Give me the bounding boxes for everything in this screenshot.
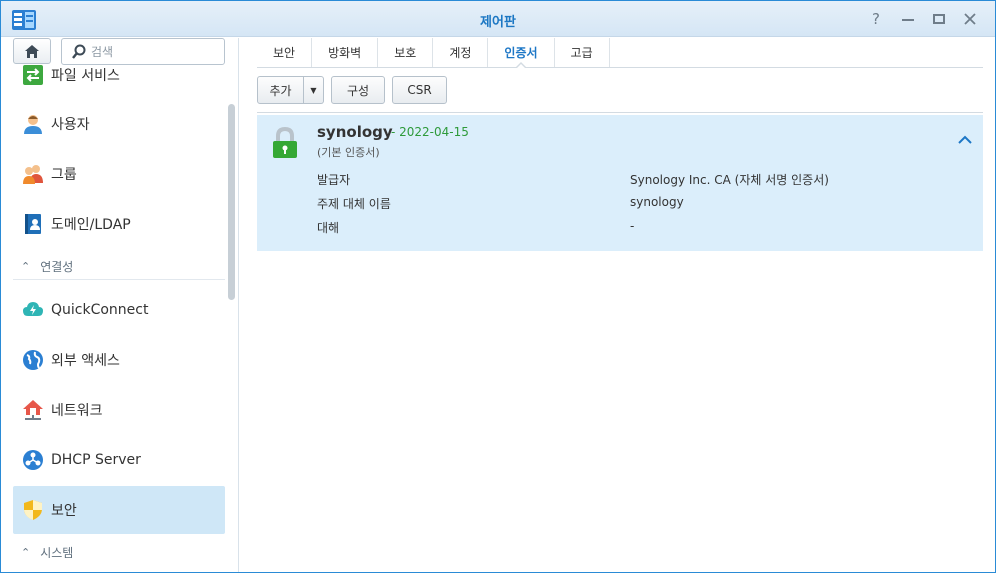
search-box[interactable] [61, 38, 225, 65]
help-button[interactable]: ? [865, 9, 887, 29]
certificate-date: - 2022-04-15 [391, 125, 469, 139]
close-button[interactable] [959, 9, 981, 29]
certificate-item[interactable]: synology - 2022-04-15 (기본 인증서) 발급자 Synol… [257, 115, 983, 251]
caret-down-icon: ▼ [310, 85, 317, 95]
sidebar-item-label: 파일 서비스 [51, 68, 120, 84]
issuer-label: 발급자 [317, 173, 351, 187]
sidebar-item-external-access[interactable]: 외부 액세스 [13, 336, 225, 384]
control-panel-window: 제어판 ? 파일 서비스 사용자 그룹 도메인/LDAP ⌃ 연결성 Quick… [0, 0, 996, 573]
tab-certificate[interactable]: 인증서 [488, 38, 555, 69]
domain-ldap-icon [21, 212, 45, 236]
sidebar: 파일 서비스 사용자 그룹 도메인/LDAP ⌃ 연결성 QuickConnec… [1, 38, 239, 572]
csr-button[interactable]: CSR [392, 76, 447, 104]
configure-button[interactable]: 구성 [331, 76, 385, 104]
user-icon [21, 112, 45, 136]
tab-security[interactable]: 보안 [257, 38, 313, 67]
add-split-button: 추가 ▼ [257, 76, 324, 104]
sidebar-item-user[interactable]: 사용자 [13, 100, 225, 148]
sidebar-item-label: 외부 액세스 [51, 353, 120, 369]
maximize-icon [933, 14, 945, 24]
chevron-up-icon: ⌃ [21, 260, 31, 273]
san-label: 주제 대체 이름 [317, 197, 391, 211]
dhcp-server-icon [21, 448, 45, 472]
file-services-icon [21, 63, 45, 87]
home-icon [25, 44, 39, 58]
certificate-subtitle: (기본 인증서) [317, 146, 380, 159]
sidebar-item-label: 사용자 [51, 117, 90, 133]
main-panel: 보안 방화벽 보호 계정 인증서 고급 추가 ▼ 구성 CSR synology… [240, 38, 995, 572]
sidebar-scrollbar[interactable] [228, 104, 235, 300]
minimize-button[interactable] [897, 9, 919, 29]
minimize-icon [902, 19, 914, 21]
section-header-connectivity[interactable]: ⌃ 연결성 [13, 254, 225, 280]
sidebar-item-label: DHCP Server [51, 452, 141, 468]
issuer-value: Synology Inc. CA (자체 서명 인증서) [630, 173, 829, 187]
san-value: synology [630, 195, 684, 209]
external-access-icon [21, 348, 45, 372]
for-label: 대해 [317, 221, 340, 235]
group-icon [21, 162, 45, 186]
certificate-list: synology - 2022-04-15 (기본 인증서) 발급자 Synol… [257, 112, 983, 299]
tab-advanced[interactable]: 고급 [555, 38, 610, 67]
security-shield-icon [21, 498, 45, 522]
certificate-name: synology [317, 123, 393, 141]
help-icon: ? [872, 10, 880, 28]
tab-protection[interactable]: 보호 [378, 38, 434, 67]
toolbar: 추가 ▼ 구성 CSR [257, 76, 447, 104]
for-value: - [630, 219, 635, 233]
maximize-button[interactable] [928, 9, 950, 29]
add-dropdown-button[interactable]: ▼ [304, 76, 324, 104]
sidebar-item-quickconnect[interactable]: QuickConnect [13, 286, 225, 334]
window-title: 제어판 [480, 15, 516, 30]
sidebar-item-label: 그룹 [51, 167, 77, 183]
lock-icon [273, 127, 297, 158]
section-header-label: 시스템 [40, 545, 74, 560]
tab-account[interactable]: 계정 [433, 38, 489, 67]
search-icon [72, 44, 86, 59]
sidebar-item-label: 네트워크 [51, 403, 103, 419]
sidebar-item-security[interactable]: 보안 [13, 486, 225, 534]
sidebar-item-domain-ldap[interactable]: 도메인/LDAP [13, 200, 225, 248]
tab-bar: 보안 방화벽 보호 계정 인증서 고급 [257, 38, 983, 69]
quickconnect-icon [21, 298, 45, 322]
add-button[interactable]: 추가 [257, 76, 304, 104]
sidebar-item-label: 도메인/LDAP [51, 217, 131, 233]
home-button[interactable] [13, 38, 51, 64]
sidebar-item-network[interactable]: 네트워크 [13, 386, 225, 434]
chevron-up-icon: ⌃ [21, 545, 31, 559]
sidebar-item-dhcp-server[interactable]: DHCP Server [13, 436, 225, 484]
chevron-up-icon[interactable] [955, 133, 975, 147]
tab-firewall[interactable]: 방화벽 [312, 38, 379, 67]
close-icon [964, 13, 976, 25]
search-input[interactable] [91, 43, 219, 61]
sidebar-item-group[interactable]: 그룹 [13, 150, 225, 198]
title-bar: 제어판 ? [1, 1, 995, 37]
network-icon [21, 398, 45, 422]
sidebar-item-label: 보안 [51, 503, 77, 519]
section-header-system[interactable]: ⌃ 시스템 [13, 539, 225, 565]
sidebar-item-label: QuickConnect [51, 302, 149, 318]
section-header-label: 연결성 [40, 260, 74, 274]
